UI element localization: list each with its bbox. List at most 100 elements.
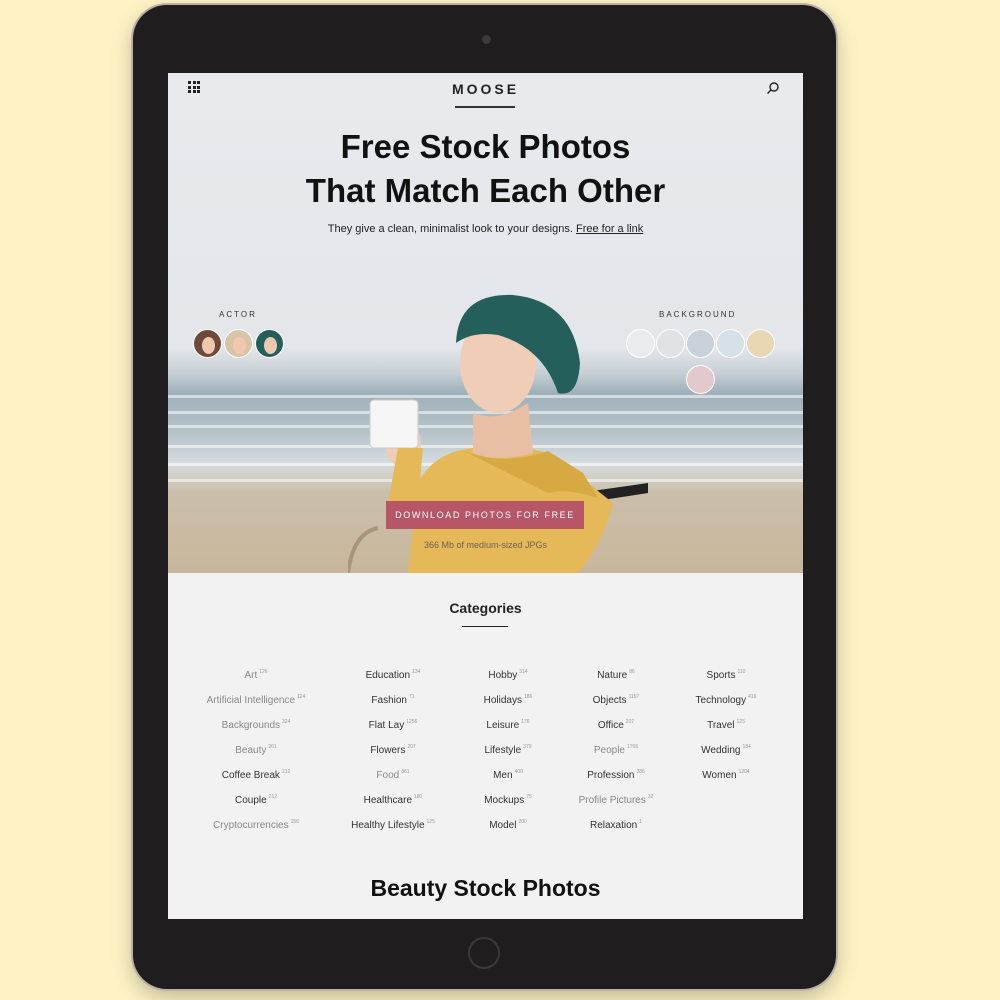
category-count: 261 (268, 744, 277, 750)
category-column: Sports 110 Technology 416 Travel 125 Wedding 18… (661, 665, 791, 790)
background-swatch-2[interactable] (656, 329, 685, 358)
free-for-link[interactable]: Free for a link (576, 223, 643, 235)
actor-avatar-2[interactable] (224, 329, 253, 358)
category-name: Cryptocurrencies (213, 820, 289, 831)
camera-dot (482, 35, 491, 44)
category-link[interactable]: Flat Lay 1256 (328, 715, 458, 740)
category-link[interactable]: Wedding 184 (661, 740, 791, 765)
category-name: Holidays (483, 695, 522, 706)
background-swatch-4[interactable] (716, 329, 745, 358)
headline-line-2: That Match Each Other (305, 172, 666, 209)
category-link[interactable]: Beauty 261 (191, 740, 321, 765)
category-name: Model (489, 820, 517, 831)
category-count: 125 (736, 719, 745, 725)
category-count: 1766 (627, 744, 639, 750)
category-count: 212 (268, 794, 278, 800)
category-link[interactable]: Flowers 207 (328, 740, 458, 765)
category-count: 184 (742, 744, 751, 750)
category-link[interactable]: Art 126 (191, 665, 321, 690)
category-count: 386 (636, 769, 645, 775)
hero-headline: Free Stock Photos That Match Each Other (168, 125, 803, 213)
category-link[interactable]: Technology 416 (661, 690, 791, 715)
category-link[interactable]: Healthy Lifestyle 125 (328, 815, 458, 840)
category-count: 324 (282, 719, 291, 725)
category-link[interactable]: Couple 212 (191, 790, 321, 815)
category-count: 314 (519, 669, 528, 675)
categories-title: Categories (449, 600, 522, 616)
category-name: Flowers (370, 745, 406, 756)
category-link[interactable]: Fashion 71 (328, 690, 458, 715)
category-link[interactable]: Food 361 (328, 765, 458, 790)
category-count: 207 (625, 719, 635, 725)
category-name: Women (702, 770, 737, 781)
browser-screen: MOOSE Free Stock Photos That Match Each … (168, 73, 803, 919)
category-count: 125 (426, 819, 435, 825)
category-name: Men (493, 770, 513, 781)
site-logo[interactable]: MOOSE (168, 81, 803, 97)
category-count: 200 (518, 819, 527, 825)
beauty-section-title: Beauty Stock Photos (370, 875, 601, 901)
categories-underline (462, 626, 508, 627)
category-count: 124 (297, 694, 306, 700)
subline-text: They give a clean, minimalist look to yo… (327, 223, 573, 235)
category-count: 1157 (628, 694, 640, 700)
category-count: 180 (414, 794, 423, 800)
category-count: 1 (639, 819, 643, 825)
category-name: Technology (695, 695, 747, 706)
category-count: 186 (524, 694, 533, 700)
category-name: Leisure (486, 720, 520, 731)
category-count: 75 (526, 794, 532, 800)
background-swatch-5[interactable] (746, 329, 775, 358)
hero-section: MOOSE Free Stock Photos That Match Each … (168, 73, 803, 573)
category-link[interactable]: Travel 125 (661, 715, 791, 740)
category-name: Beauty (235, 745, 267, 756)
category-count: 400 (514, 769, 523, 775)
category-link[interactable]: Coffee Break 212 (191, 765, 321, 790)
category-name: Coffee Break (221, 770, 280, 781)
actor-avatar-3[interactable] (255, 329, 284, 358)
category-count: 207 (407, 744, 416, 750)
category-count: 126 (259, 669, 268, 675)
category-link[interactable]: Artificial Intelligence 124 (191, 690, 321, 715)
category-count: 1204 (738, 769, 750, 775)
category-name: Mockups (484, 795, 525, 806)
category-link[interactable]: Cryptocurrencies 156 (191, 815, 321, 840)
category-name: Artificial Intelligence (206, 695, 296, 706)
download-photos-button[interactable]: DOWNLOAD PHOTOS FOR FREE (386, 501, 584, 529)
category-count: 86 (629, 669, 635, 675)
category-name: Lifestyle (484, 745, 522, 756)
category-column: Art 126 Artificial Intelligence 124 Backgrou… (191, 665, 321, 840)
category-count: 379 (523, 744, 532, 750)
category-count: 32 (647, 794, 654, 800)
logo-underline (455, 106, 515, 108)
search-icon[interactable] (766, 81, 780, 95)
category-name: Flat Lay (368, 720, 405, 731)
category-link[interactable]: Profile Pictures 32 (551, 790, 681, 815)
actor-avatar-1[interactable] (193, 329, 222, 358)
category-count: 156 (290, 819, 299, 825)
download-size-note: 366 Mb of medium-sized JPGs (423, 540, 548, 550)
hero-subline: They give a clean, minimalist look to yo… (168, 223, 803, 235)
background-swatch-1[interactable] (626, 329, 655, 358)
category-name: Education (365, 670, 411, 681)
background-swatch-6[interactable] (686, 365, 715, 394)
category-name: Couple (234, 795, 267, 806)
category-name: Profession (587, 770, 635, 781)
background-swatch-3[interactable] (686, 329, 715, 358)
category-count: 71 (409, 694, 415, 700)
category-name: Food (376, 770, 400, 781)
category-link[interactable]: Sports 110 (661, 665, 791, 690)
category-link[interactable]: Healthcare 180 (328, 790, 458, 815)
category-link[interactable]: Education 134 (328, 665, 458, 690)
category-link[interactable]: Women 1204 (661, 765, 791, 790)
category-link[interactable]: Relaxation 1 (551, 815, 681, 840)
category-column: Education 134 Fashion 71 Flat Lay 1256 Flowers… (328, 665, 458, 840)
category-name: Fashion (371, 695, 407, 706)
category-count: 212 (281, 769, 291, 775)
category-count: 1256 (406, 719, 418, 725)
category-count: 176 (521, 719, 530, 725)
actor-filter-label: ACTOR (219, 310, 257, 319)
home-button[interactable] (468, 937, 500, 969)
category-link[interactable]: Backgrounds 324 (191, 715, 321, 740)
category-name: Healthcare (363, 795, 412, 806)
